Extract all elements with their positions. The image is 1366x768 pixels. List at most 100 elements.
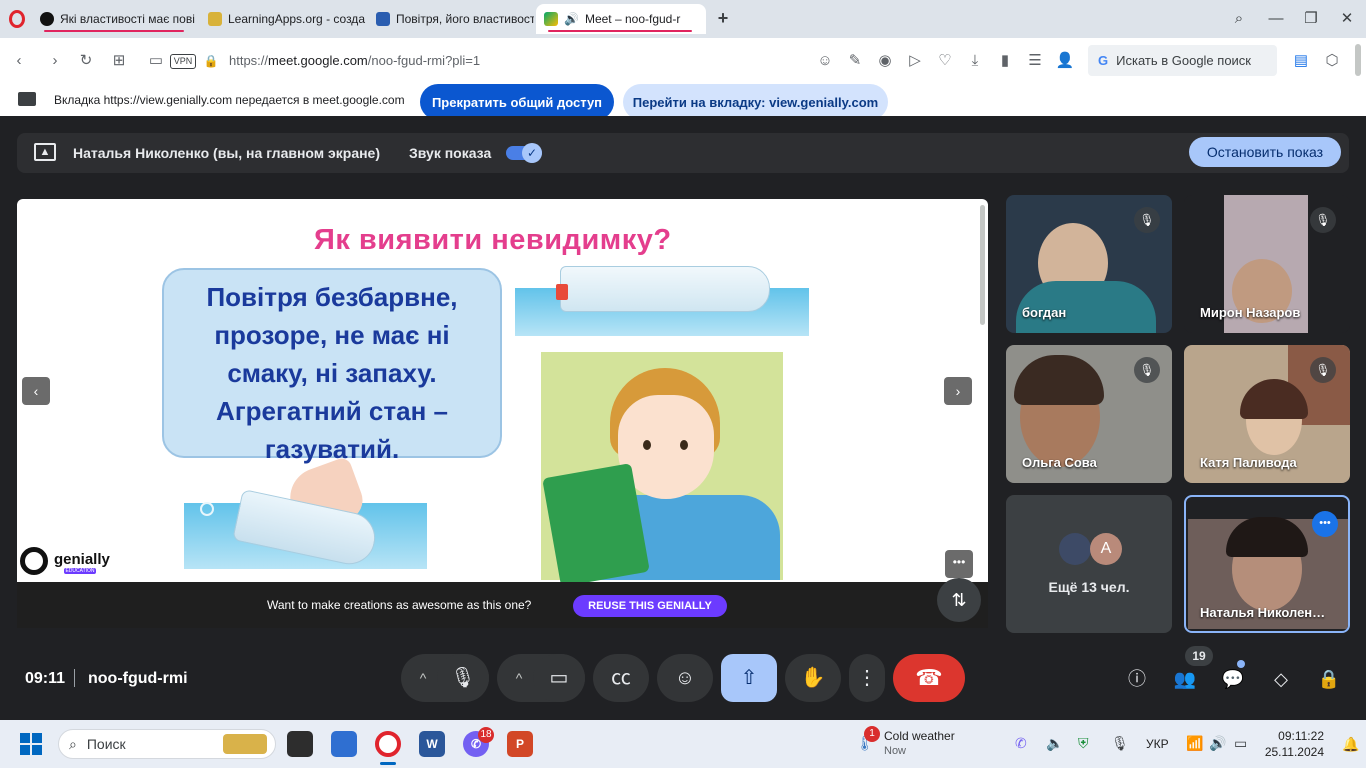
camera-icon[interactable]: ▭ (533, 654, 585, 702)
more-participants-tile[interactable] (1006, 495, 1172, 633)
slide-next-button[interactable]: › (944, 377, 972, 405)
word-icon[interactable]: W (419, 731, 445, 757)
slide-prev-button[interactable]: ‹ (22, 377, 50, 405)
taskbar-date[interactable]: 25.11.2024 (1262, 745, 1324, 759)
tab-label: Які властивості має пові (60, 12, 195, 26)
microphone-icon[interactable]: 🎙 (1111, 735, 1129, 752)
volume-icon[interactable]: 🔊 (1209, 735, 1226, 752)
presenter-name: Наталья Николенко (вы, на главном экране… (73, 145, 381, 161)
browser-scrollbar[interactable] (1355, 44, 1361, 76)
chat-unread-dot (1237, 660, 1245, 668)
participant-tile[interactable]: 🎙 Катя Паливода (1184, 345, 1350, 483)
boy-eye-illustration (680, 440, 688, 450)
swap-layout-icon[interactable]: ⇅ (937, 578, 981, 622)
participant-name: богдан (1022, 305, 1067, 320)
stop-sharing-button[interactable]: Прекратить общий доступ (420, 84, 614, 120)
participant-more-icon[interactable]: ••• (1312, 511, 1338, 537)
new-tab-button[interactable]: + (713, 8, 733, 28)
mic-off-icon: 🎙 (1134, 207, 1160, 233)
end-call-icon[interactable]: ☎ (893, 654, 965, 702)
wifi-icon[interactable]: 📶 (1186, 735, 1203, 752)
search-tabs-icon[interactable]: ⌕ (1228, 8, 1250, 30)
emoji-icon[interactable]: ☺ (814, 50, 836, 72)
battery-saver-icon[interactable]: ▮ (994, 50, 1016, 72)
more-options-icon[interactable]: ⋮ (849, 654, 885, 702)
easy-setup-icon[interactable]: ☰ (1024, 50, 1046, 72)
mic-icon[interactable]: 🎙 (437, 654, 489, 702)
browser-tab-3[interactable]: Повітря, його властивост (368, 4, 534, 34)
vpn-badge[interactable]: VPN (170, 54, 196, 69)
speed-dial-icon[interactable]: ⊞ (108, 50, 130, 72)
genially-brand: genially (54, 551, 110, 568)
microsoft-store-icon[interactable] (331, 731, 357, 757)
participant-tile[interactable]: 🎙 Ольга Сова (1006, 345, 1172, 483)
participant-tile[interactable]: 🎙 Мирон Назаров (1184, 195, 1350, 333)
sidebar-icon[interactable]: ▤ (1290, 50, 1312, 72)
participant-video (1014, 355, 1104, 405)
self-participant-tile[interactable]: ••• Наталья Николен… (1184, 495, 1350, 633)
emoji-reaction-icon[interactable]: ☺ (657, 654, 713, 702)
check-icon[interactable]: ✓ (522, 143, 542, 163)
powerpoint-icon[interactable]: P (507, 731, 533, 757)
viber-tray-icon[interactable]: ✆ (1015, 735, 1027, 752)
slide-scrollbar[interactable] (980, 205, 985, 325)
speaker-icon[interactable]: 🔈 (1046, 735, 1063, 752)
edit-icon[interactable]: ✎ (844, 50, 866, 72)
slide-more-options-button[interactable]: ••• (945, 550, 973, 578)
lock-icon[interactable]: 🔒 (200, 50, 222, 72)
viber-badge: 18 (478, 727, 494, 743)
participant-avatar (1059, 533, 1091, 565)
browser-tab-meet[interactable]: 🔊 Meet – noo-fgud-r (536, 4, 706, 34)
url-field[interactable]: https://meet.google.com/noo-fgud-rmi?pli… (229, 53, 480, 68)
reuse-genially-button[interactable]: REUSE THIS GENIALLY (573, 595, 727, 617)
bottle-cap-illustration (556, 284, 568, 300)
keyboard-language[interactable]: УКР (1146, 737, 1169, 751)
battery-icon[interactable]: ▭ (1234, 735, 1247, 752)
captions-icon[interactable]: ㏄ (593, 654, 649, 702)
boy-eye-illustration (643, 440, 651, 450)
forward-icon[interactable]: › (44, 50, 66, 72)
play-icon[interactable]: ▷ (904, 50, 926, 72)
participant-tile[interactable]: 🎙 богдан (1006, 195, 1172, 333)
browser-tab-2[interactable]: LearningApps.org - созда (200, 4, 366, 34)
weather-title[interactable]: Cold weather (884, 729, 955, 743)
minimize-icon[interactable]: — (1265, 8, 1287, 30)
weather-badge: 1 (864, 726, 880, 742)
google-search-box[interactable]: G Искать в Google поиск (1088, 45, 1277, 76)
host-controls-icon[interactable]: 🔒 (1316, 666, 1342, 692)
windows-start-icon[interactable] (20, 733, 42, 755)
download-icon[interactable]: ⤓ (964, 50, 986, 72)
notifications-icon[interactable]: 🔔 (1342, 736, 1359, 753)
snapshot-icon[interactable]: ◉ (874, 50, 896, 72)
chat-icon[interactable]: 💬 (1220, 666, 1246, 692)
search-box-label: Искать в Google поиск (1116, 53, 1251, 68)
close-window-icon[interactable]: ✕ (1336, 8, 1358, 30)
security-icon[interactable]: ⛨ (1078, 735, 1089, 752)
back-icon[interactable]: ‹ (8, 50, 30, 72)
opera-logo-icon[interactable] (9, 10, 25, 28)
heart-icon[interactable]: ♡ (934, 50, 956, 72)
share-sound-label: Звук показа (409, 145, 492, 161)
present-screen-icon[interactable]: ⇧ (721, 654, 777, 702)
audio-playing-icon: 🔊 (564, 12, 579, 26)
taskbar-time[interactable]: 09:11:22 (1270, 729, 1324, 743)
opera-taskbar-icon[interactable] (375, 731, 401, 757)
taskbar-search[interactable]: ⌕ Поиск (58, 729, 276, 759)
meeting-info-icon[interactable]: ⓘ (1124, 666, 1150, 692)
camera-icon[interactable]: ▭ (145, 50, 167, 72)
go-to-tab-button[interactable]: Перейти на вкладку: view.genially.com (623, 84, 888, 120)
restore-icon[interactable]: ❐ (1300, 8, 1322, 30)
stop-presenting-button[interactable]: Остановить показ (1189, 137, 1341, 167)
profile-icon[interactable]: 👤 (1054, 50, 1076, 72)
people-icon[interactable]: 👥 (1172, 666, 1198, 692)
google-g-icon: G (1098, 53, 1109, 68)
raise-hand-icon[interactable]: ✋ (785, 654, 841, 702)
browser-tab-1[interactable]: Які властивості має пові (32, 4, 198, 34)
extensions-icon[interactable]: ⬡ (1321, 50, 1343, 72)
divider (74, 669, 75, 687)
task-view-icon[interactable] (287, 731, 313, 757)
mic-off-icon: 🎙 (1310, 357, 1336, 383)
reload-icon[interactable]: ↻ (75, 50, 97, 72)
participant-name: Катя Паливода (1200, 455, 1297, 470)
activities-icon[interactable]: ◇ (1268, 666, 1294, 692)
